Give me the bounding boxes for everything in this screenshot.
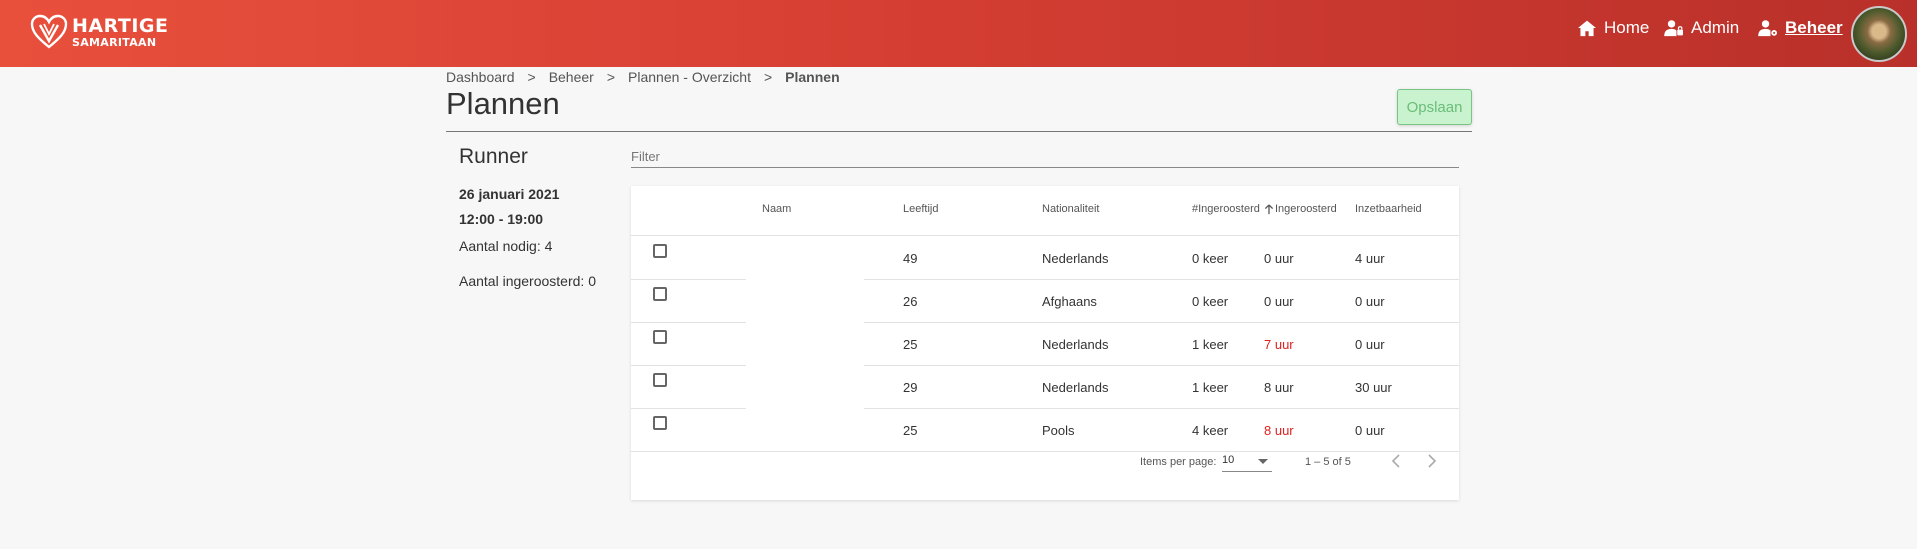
row-divider — [631, 451, 1459, 452]
breadcrumb-separator: > — [606, 69, 616, 85]
cell-hours: 0 uur — [1264, 294, 1294, 309]
chevron-down-icon — [1258, 459, 1268, 464]
cell-count: 1 keer — [1192, 380, 1229, 395]
row-select-checkbox[interactable] — [653, 330, 667, 344]
sort-arrow-up-icon — [1264, 203, 1274, 214]
breadcrumb-separator: > — [527, 69, 536, 85]
logo-text-secondary: SAMARITAAN — [72, 35, 157, 49]
avatar[interactable] — [1851, 6, 1907, 62]
cell-nationaliteit: Nederlands — [1042, 380, 1109, 395]
shift-role-title: Runner — [459, 145, 528, 168]
cell-nationaliteit: Nederlands — [1042, 337, 1109, 352]
row-select-checkbox[interactable] — [653, 287, 667, 301]
nav-admin-label: Admin — [1691, 18, 1740, 37]
cell-inzetbaarheid: 0 uur — [1355, 294, 1385, 309]
column-header-nationaliteit[interactable]: Nationaliteit — [1042, 203, 1099, 215]
cell-nationaliteit: Nederlands — [1042, 251, 1109, 266]
page-size-select[interactable]: 10 — [1222, 454, 1272, 472]
breadcrumb-item-plannen-overzicht[interactable]: Plannen - Overzicht — [628, 69, 751, 85]
cell-hours: 7 uur — [1264, 337, 1294, 352]
cell-hours: 0 uur — [1264, 251, 1294, 266]
cell-inzetbaarheid: 0 uur — [1355, 337, 1385, 352]
cell-leeftijd: 25 — [903, 423, 918, 438]
cell-leeftijd: 26 — [903, 294, 918, 309]
cell-count: 4 keer — [1192, 423, 1229, 438]
table-row: 29 Nederlands 1 keer 8 uur 30 uur — [631, 365, 1459, 408]
cell-leeftijd: 29 — [903, 380, 918, 395]
shift-date: 26 januari 2021 — [459, 186, 560, 202]
breadcrumb-item-dashboard[interactable]: Dashboard — [446, 69, 515, 85]
cell-nationaliteit: Pools — [1042, 423, 1075, 438]
admin-icon — [1664, 20, 1683, 37]
logo-text-primary: HARTIGE — [72, 14, 169, 37]
table-row: 26 Afghaans 0 keer 0 uur 0 uur — [631, 279, 1459, 322]
table-row: 49 Nederlands 0 keer 0 uur 4 uur — [631, 236, 1459, 279]
column-header-count[interactable]: #Ingeroosterd — [1192, 203, 1260, 215]
user-gear-icon — [1758, 20, 1777, 37]
page-title: Plannen — [446, 86, 560, 121]
row-select-checkbox[interactable] — [653, 416, 667, 430]
column-header-inzetbaarheid[interactable]: Inzetbaarheid — [1355, 203, 1422, 215]
volunteers-table: Naam Leeftijd Nationaliteit #Ingerooster… — [631, 186, 1459, 500]
shift-needed-count: Aantal nodig: 4 — [459, 238, 553, 254]
save-button[interactable]: Opslaan — [1397, 89, 1472, 125]
cell-nationaliteit: Afghaans — [1042, 294, 1097, 309]
page-range: 1 – 5 of 5 — [1305, 456, 1351, 468]
cell-inzetbaarheid: 0 uur — [1355, 423, 1385, 438]
items-per-page-label: Items per page: — [1140, 456, 1217, 468]
page-size-value: 10 — [1222, 454, 1235, 466]
column-header-hours[interactable]: Ingeroosterd — [1264, 203, 1337, 215]
cell-inzetbaarheid: 4 uur — [1355, 251, 1385, 266]
table-row: 25 Pools 4 keer 8 uur 0 uur — [631, 408, 1459, 451]
row-select-checkbox[interactable] — [653, 373, 667, 387]
home-icon — [1578, 20, 1596, 37]
cell-hours: 8 uur — [1264, 380, 1294, 395]
logo[interactable]: HARTIGE SAMARITAAN — [30, 14, 169, 50]
table-row: 25 Nederlands 1 keer 7 uur 0 uur — [631, 322, 1459, 365]
nav-admin-link[interactable]: Admin — [1664, 18, 1739, 38]
chevron-right-icon — [1428, 454, 1437, 468]
title-divider — [446, 131, 1472, 132]
row-select-checkbox[interactable] — [653, 244, 667, 258]
next-page-button[interactable] — [1425, 452, 1439, 470]
cell-count: 0 keer — [1192, 294, 1229, 309]
nav-home-label: Home — [1604, 18, 1650, 37]
cell-count: 1 keer — [1192, 337, 1229, 352]
heart-logo-icon — [30, 14, 68, 49]
top-navbar: HARTIGE SAMARITAAN Home Admin Beheer — [0, 0, 1917, 67]
cell-count: 0 keer — [1192, 251, 1229, 266]
shift-time: 12:00 - 19:00 — [459, 211, 544, 227]
breadcrumb-current: Plannen — [785, 69, 840, 85]
nav-home-link[interactable]: Home — [1577, 18, 1649, 38]
cell-hours: 8 uur — [1264, 423, 1294, 438]
nav-beheer-link[interactable]: Beheer — [1758, 18, 1843, 38]
nav-beheer-label: Beheer — [1785, 18, 1843, 37]
breadcrumb-separator: > — [763, 69, 773, 85]
column-header-naam[interactable]: Naam — [762, 203, 791, 215]
filter-input[interactable] — [631, 146, 1459, 168]
cell-inzetbaarheid: 30 uur — [1355, 380, 1392, 395]
cell-leeftijd: 49 — [903, 251, 918, 266]
cell-leeftijd: 25 — [903, 337, 918, 352]
column-header-hours-label: Ingeroosterd — [1275, 203, 1337, 215]
chevron-left-icon — [1391, 454, 1400, 468]
column-header-leeftijd[interactable]: Leeftijd — [903, 203, 938, 215]
breadcrumb: Dashboard > Beheer > Plannen - Overzicht… — [446, 69, 840, 85]
breadcrumb-item-beheer[interactable]: Beheer — [549, 69, 594, 85]
shift-scheduled-count: Aantal ingeroosterd: 0 — [459, 273, 596, 289]
previous-page-button[interactable] — [1389, 452, 1403, 470]
